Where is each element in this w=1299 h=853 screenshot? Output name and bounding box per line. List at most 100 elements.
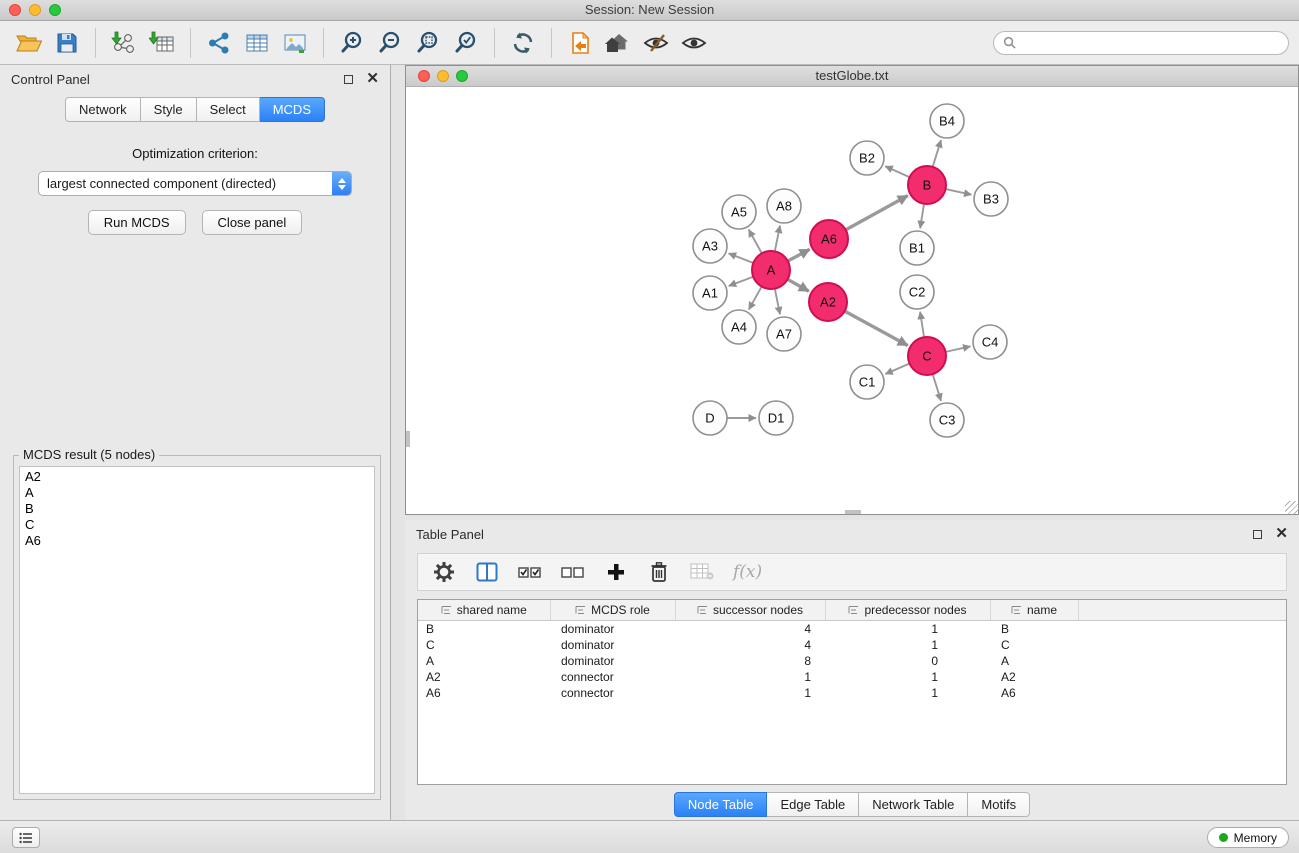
edge-c-c4[interactable] [946,346,971,352]
edge-b-b1[interactable] [920,204,924,228]
delete-table-button[interactable] [690,559,714,585]
tab-select[interactable]: Select [197,97,260,122]
node-b3[interactable]: B3 [974,182,1008,216]
network-window-titlebar[interactable]: testGlobe.txt [406,66,1298,87]
tab-network[interactable]: Network [65,97,141,122]
edge-a-a4[interactable] [749,287,762,310]
edge-c-c1[interactable] [885,364,909,374]
node-a2[interactable]: A2 [809,283,847,321]
column-header[interactable]: successor nodes [675,600,825,620]
tab-motifs[interactable]: Motifs [968,792,1030,817]
node-b2[interactable]: B2 [850,141,884,175]
edge-b-b4[interactable] [933,140,941,167]
tab-edge-table[interactable]: Edge Table [767,792,859,817]
edge-a-a3[interactable] [729,253,754,263]
node-a8[interactable]: A8 [767,189,801,223]
traffic-light-close[interactable] [9,4,21,16]
column-header[interactable]: name [990,600,1078,620]
node-c[interactable]: C [908,337,946,375]
node-c4[interactable]: C4 [973,325,1007,359]
hide-graphics-details-button[interactable] [637,26,675,60]
node-c2[interactable]: C2 [900,275,934,309]
mcds-result-item[interactable]: A2 [25,469,369,485]
node-a4[interactable]: A4 [722,310,756,344]
delete-row-button[interactable] [647,559,671,585]
edge-a-a8[interactable] [775,226,780,252]
new-network-table-button[interactable] [238,26,276,60]
show-graphics-details-button[interactable] [675,26,713,60]
table-row[interactable]: A2connector11A2 [418,669,1286,685]
select-all-button[interactable] [518,559,542,585]
edge-b-b2[interactable] [885,166,909,177]
float-panel-button[interactable] [344,75,353,84]
edge-a2-c[interactable] [845,311,908,345]
search-input[interactable] [1021,36,1279,50]
node-b4[interactable]: B4 [930,104,964,138]
node-a[interactable]: A [752,251,790,289]
save-session-button[interactable] [48,26,86,60]
network-canvas[interactable]: B4B2BB3A5A8A6B1A3AA1C2A2A4A7C4CC1C3DD1 [406,87,1298,514]
edge-c-c3[interactable] [933,374,941,401]
tab-node-table[interactable]: Node Table [674,792,768,817]
edge-a6-b[interactable] [846,196,908,230]
resize-grip[interactable] [1285,501,1298,514]
unselect-all-button[interactable] [561,559,585,585]
import-document-button[interactable] [561,26,599,60]
node-a7[interactable]: A7 [767,317,801,351]
node-a5[interactable]: A5 [722,195,756,229]
table-settings-button[interactable] [432,559,456,585]
traffic-light-minimize[interactable] [29,4,41,16]
memory-button[interactable]: Memory [1207,827,1289,848]
import-network-file-button[interactable] [105,26,143,60]
criterion-dropdown[interactable]: largest connected component (directed) [38,171,352,196]
close-table-panel-button[interactable]: ✕ [1275,529,1288,539]
add-row-button[interactable] [604,559,628,585]
close-panel-button-secondary[interactable]: Close panel [202,210,303,235]
task-history-button[interactable] [12,827,40,848]
table-row[interactable]: A6connector11A6 [418,685,1286,701]
close-panel-button[interactable]: ✕ [366,74,379,84]
edge-a-a7[interactable] [775,289,780,315]
column-header[interactable]: predecessor nodes [825,600,990,620]
network-close-light[interactable] [418,70,430,82]
edge-a-a6[interactable] [788,249,810,261]
mcds-result-item[interactable]: B [25,501,369,517]
zoom-selected-button[interactable] [447,26,485,60]
table-row[interactable]: Adominator80A [418,653,1286,669]
tab-style[interactable]: Style [141,97,197,122]
new-network-button[interactable] [200,26,238,60]
refresh-button[interactable] [504,26,542,60]
node-a3[interactable]: A3 [693,229,727,263]
float-table-panel-button[interactable] [1253,530,1262,539]
edge-a-a2[interactable] [788,279,809,291]
run-mcds-button[interactable]: Run MCDS [88,210,186,235]
node-b1[interactable]: B1 [900,231,934,265]
show-columns-button[interactable] [475,559,499,585]
mcds-result-item[interactable]: A6 [25,533,369,549]
zoom-out-button[interactable] [371,26,409,60]
vertical-scrollbar[interactable] [406,431,410,447]
zoom-fit-button[interactable] [409,26,447,60]
node-d1[interactable]: D1 [759,401,793,435]
edge-b-b3[interactable] [946,189,972,195]
edge-a-a1[interactable] [729,277,754,286]
mcds-result-item[interactable]: C [25,517,369,533]
node-c3[interactable]: C3 [930,403,964,437]
traffic-light-zoom[interactable] [49,4,61,16]
function-builder-button[interactable]: f(x) [733,559,762,585]
search-field[interactable] [993,31,1289,55]
mcds-result-list[interactable]: A2ABCA6 [19,466,375,794]
node-d[interactable]: D [693,401,727,435]
network-overview-button[interactable] [599,26,637,60]
mcds-result-item[interactable]: A [25,485,369,501]
export-image-button[interactable] [276,26,314,60]
node-b[interactable]: B [908,166,946,204]
column-header[interactable]: shared name [418,600,550,620]
zoom-in-button[interactable] [333,26,371,60]
open-session-button[interactable] [10,26,48,60]
network-minimize-light[interactable] [437,70,449,82]
edge-c-c2[interactable] [920,312,924,337]
table-row[interactable]: Cdominator41C [418,637,1286,653]
horizontal-scrollbar[interactable] [845,510,861,514]
node-a1[interactable]: A1 [693,276,727,310]
